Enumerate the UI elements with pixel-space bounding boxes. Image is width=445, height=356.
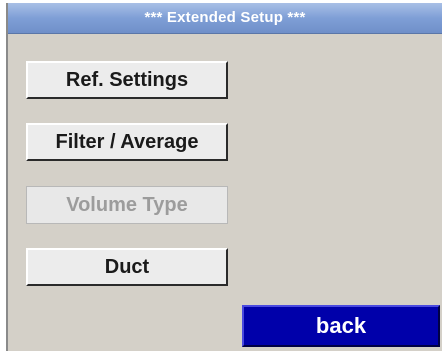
duct-button[interactable]: Duct (26, 248, 228, 286)
page-title: *** Extended Setup *** (8, 3, 442, 34)
volume-type-button: Volume Type (26, 186, 228, 224)
device-screen: *** Extended Setup *** Ref. Settings Fil… (6, 3, 442, 351)
filter-average-button[interactable]: Filter / Average (26, 123, 228, 161)
back-button[interactable]: back (242, 305, 440, 347)
ref-settings-button[interactable]: Ref. Settings (26, 61, 228, 99)
